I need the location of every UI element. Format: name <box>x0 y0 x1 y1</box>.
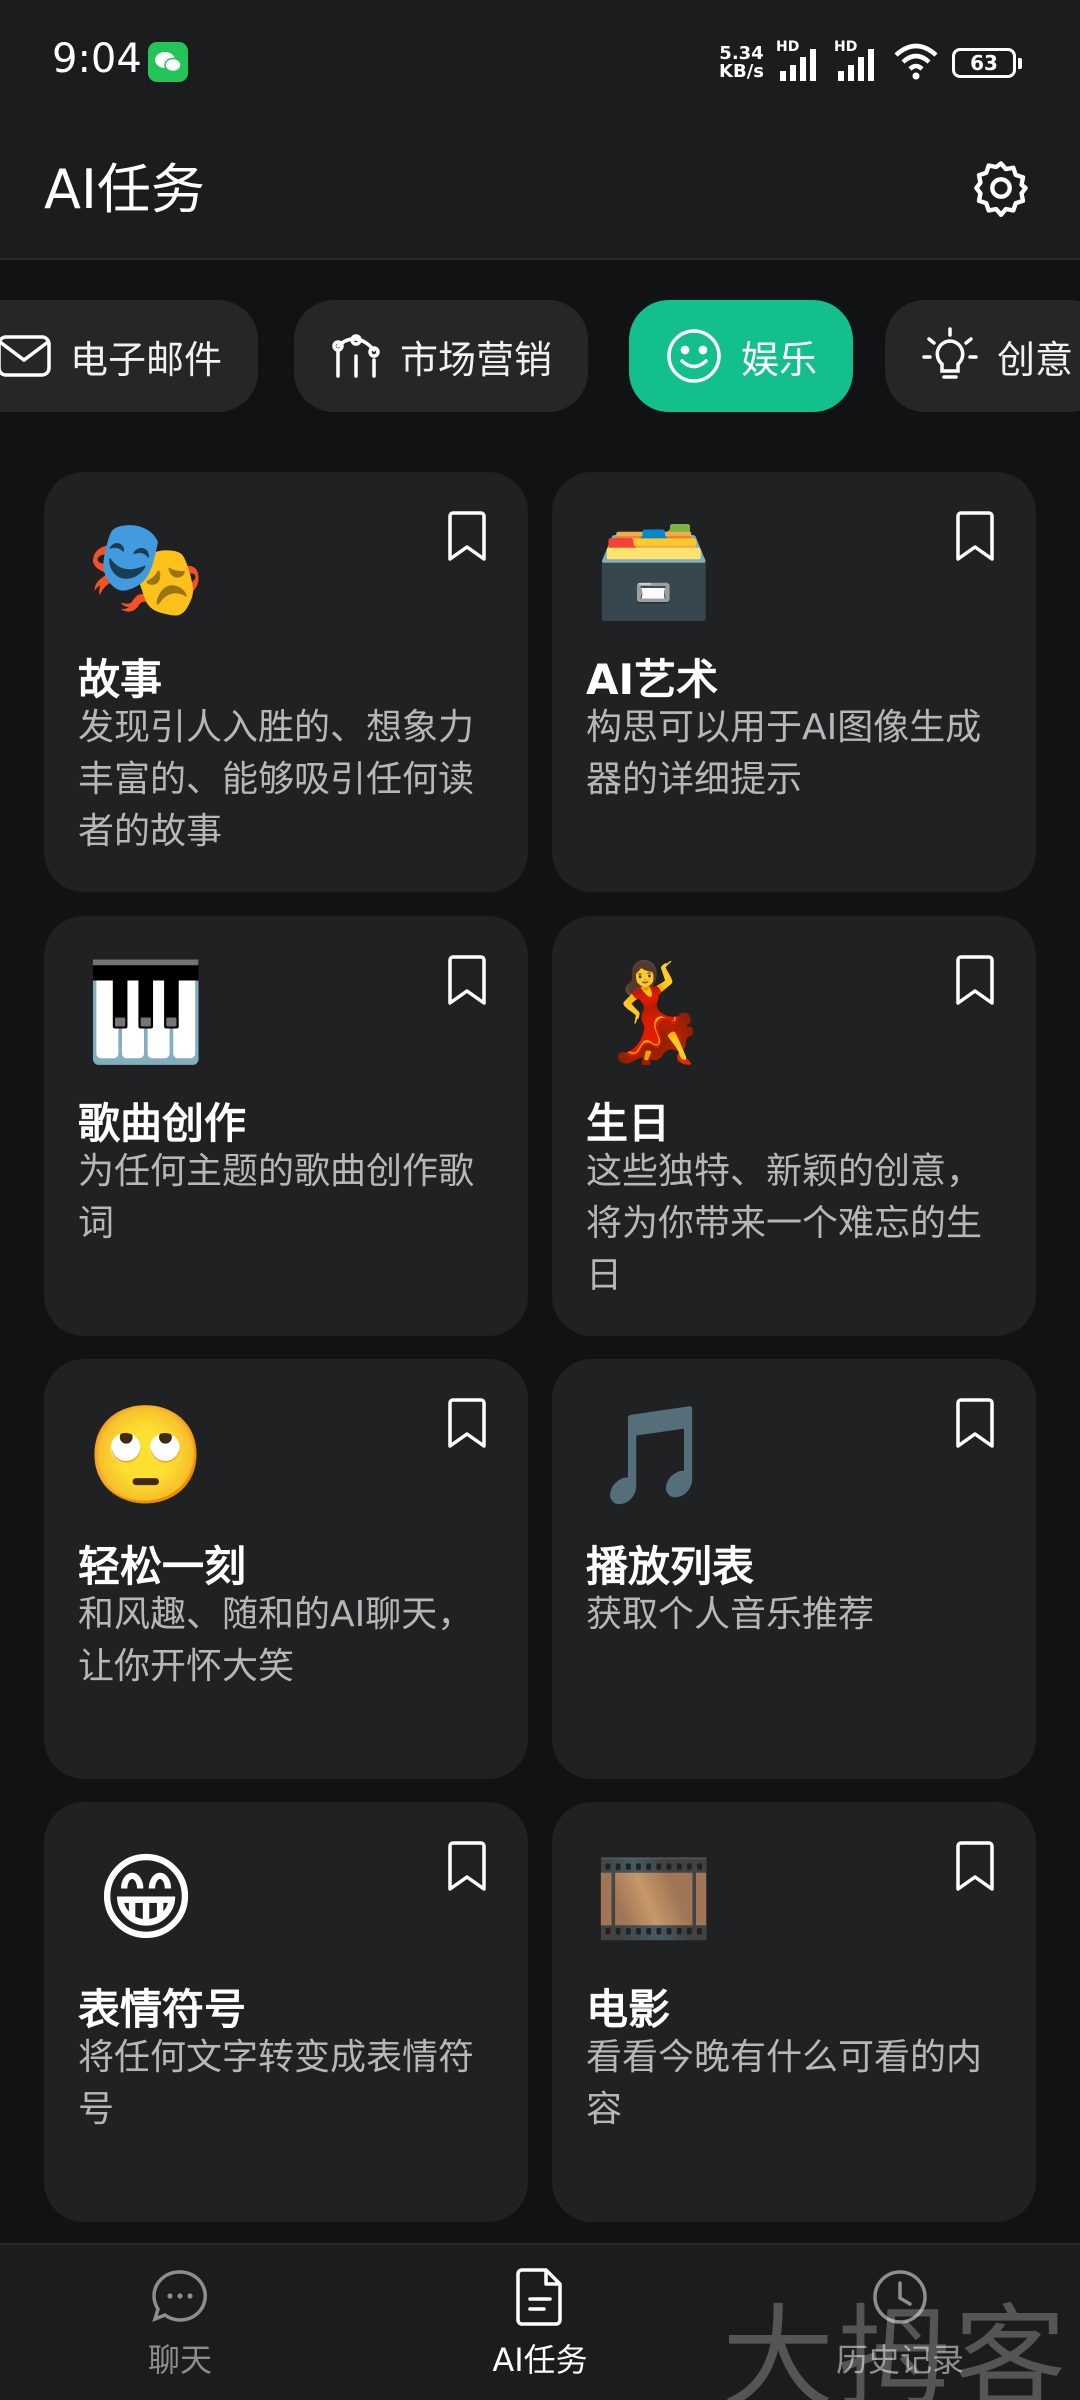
page-title: AI任务 <box>44 158 205 221</box>
battery-icon: 63 <box>952 48 1022 78</box>
history-icon <box>873 2269 927 2324</box>
wifi-icon <box>892 41 940 85</box>
signal-icon: HD <box>834 39 880 83</box>
chip-label: 娱乐 <box>741 337 818 382</box>
bookmark-button[interactable] <box>950 1836 1000 1896</box>
card-title: AI艺术 <box>586 655 719 704</box>
nav-chat[interactable]: 聊天 <box>0 2245 360 2400</box>
card-file-box-icon: 🗃️ <box>594 512 714 624</box>
task-card-playlist[interactable]: 🎵 播放列表 获取个人音乐推荐 <box>552 1359 1036 1779</box>
nav-history[interactable]: 历史记录 <box>720 2245 1080 2400</box>
chip-marketing[interactable]: 市场营销 <box>294 300 589 412</box>
nav-label: AI任务 <box>492 2340 588 2379</box>
card-title: 表情符号 <box>78 1985 247 2034</box>
card-description: 和风趣、随和的AI聊天，让你开怀大笑 <box>78 1594 474 1687</box>
app-screen: 9:04 5.34 KB/s HD HD 63 AI任务 电子邮件 市场营销 娱… <box>0 0 1080 2400</box>
eye-roll-face-icon: 🙄 <box>86 1399 206 1511</box>
card-description: 看看今晚有什么可看的内容 <box>586 2037 983 2130</box>
bookmark-button[interactable] <box>442 1393 492 1453</box>
task-card-ai-art[interactable]: 🗃️ AI艺术 构思可以用于AI图像生成器的详细提示 <box>552 472 1036 892</box>
chip-entertainment[interactable]: 娱乐 <box>629 300 854 412</box>
grinning-face-icon: 😁 <box>95 1842 197 1954</box>
hd-badge: HD <box>776 39 800 55</box>
chip-email[interactable]: 电子邮件 <box>0 300 259 412</box>
nav-ai-tasks[interactable]: AI任务 <box>360 2245 720 2400</box>
piano-keys-icon: 🎹 <box>86 956 206 1068</box>
status-time: 9:04 <box>52 36 142 82</box>
chip-label: 电子邮件 <box>70 337 223 382</box>
bookmark-button[interactable] <box>442 506 492 566</box>
chat-bubble-icon <box>152 2269 207 2322</box>
bookmark-icon <box>448 1398 486 1448</box>
card-description: 这些独特、新颖的创意，将为你带来一个难忘的生日 <box>586 1151 983 1296</box>
film-frames-icon: 🎞️ <box>594 1842 714 1954</box>
bookmark-icon <box>956 955 994 1005</box>
smile-icon <box>667 329 721 383</box>
bookmark-icon <box>448 955 486 1005</box>
card-title: 歌曲创作 <box>78 1099 247 1148</box>
document-icon <box>516 2267 562 2326</box>
task-card-birthday[interactable]: 💃 生日 这些独特、新颖的创意，将为你带来一个难忘的生日 <box>552 916 1036 1336</box>
app-header: AI任务 <box>0 125 1080 260</box>
mail-icon <box>0 335 51 377</box>
task-card-emoji[interactable]: 😁 表情符号 将任何文字转变成表情符号 <box>44 1802 528 2222</box>
signal-icon: HD <box>776 39 822 83</box>
bookmark-button[interactable] <box>442 1836 492 1896</box>
category-chips: 电子邮件 市场营销 娱乐 创意 <box>0 300 1080 415</box>
task-card-story[interactable]: 🎭 故事 发现引人入胜的、想象力丰富的、能够吸引任何读者的故事 <box>44 472 528 892</box>
card-description: 为任何主题的歌曲创作歌词 <box>78 1151 475 1244</box>
chip-label: 创意 <box>997 337 1074 382</box>
status-bar: 9:04 5.34 KB/s HD HD 63 <box>0 0 1080 125</box>
gear-icon <box>974 161 1028 217</box>
marketing-icon <box>332 334 380 378</box>
music-note-icon: 🎵 <box>594 1399 714 1511</box>
card-description: 将任何文字转变成表情符号 <box>78 2037 475 2130</box>
bookmark-icon <box>956 1841 994 1891</box>
card-title: 播放列表 <box>586 1542 755 1591</box>
card-title: 轻松一刻 <box>78 1542 247 1591</box>
bookmark-button[interactable] <box>950 1393 1000 1453</box>
task-card-movie[interactable]: 🎞️ 电影 看看今晚有什么可看的内容 <box>552 1802 1036 2222</box>
theater-masks-icon: 🎭 <box>86 512 206 624</box>
wechat-icon <box>148 42 188 82</box>
hd-badge: HD <box>834 39 858 55</box>
settings-button[interactable] <box>966 153 1036 223</box>
bottom-nav: 聊天 AI任务 历史记录 <box>0 2243 1080 2400</box>
card-title: 电影 <box>586 1985 671 2034</box>
bookmark-icon <box>956 1398 994 1448</box>
bookmark-button[interactable] <box>950 506 1000 566</box>
speed-unit: KB/s <box>719 61 764 82</box>
bookmark-icon <box>956 511 994 561</box>
chip-creative[interactable]: 创意 <box>885 300 1080 412</box>
chip-label: 市场营销 <box>400 337 553 382</box>
card-title: 故事 <box>78 655 163 704</box>
card-description: 获取个人音乐推荐 <box>586 1594 875 1635</box>
bookmark-button[interactable] <box>950 950 1000 1010</box>
bookmark-icon <box>448 511 486 561</box>
network-speed: 5.34 KB/s <box>719 45 764 81</box>
task-card-songwriting[interactable]: 🎹 歌曲创作 为任何主题的歌曲创作歌词 <box>44 916 528 1336</box>
battery-level: 63 <box>970 51 998 75</box>
status-right: 5.34 KB/s HD HD 63 <box>719 38 1022 88</box>
card-description: 发现引人入胜的、想象力丰富的、能够吸引任何读者的故事 <box>78 707 475 852</box>
task-card-relax[interactable]: 🙄 轻松一刻 和风趣、随和的AI聊天，让你开怀大笑 <box>44 1359 528 1779</box>
dancer-icon: 💃 <box>594 956 714 1068</box>
card-title: 生日 <box>586 1099 671 1148</box>
lightbulb-icon <box>922 327 978 379</box>
card-description: 构思可以用于AI图像生成器的详细提示 <box>586 707 982 800</box>
bookmark-button[interactable] <box>442 950 492 1010</box>
nav-label: 聊天 <box>147 2340 212 2379</box>
bookmark-icon <box>448 1841 486 1891</box>
nav-label: 历史记录 <box>835 2340 964 2379</box>
